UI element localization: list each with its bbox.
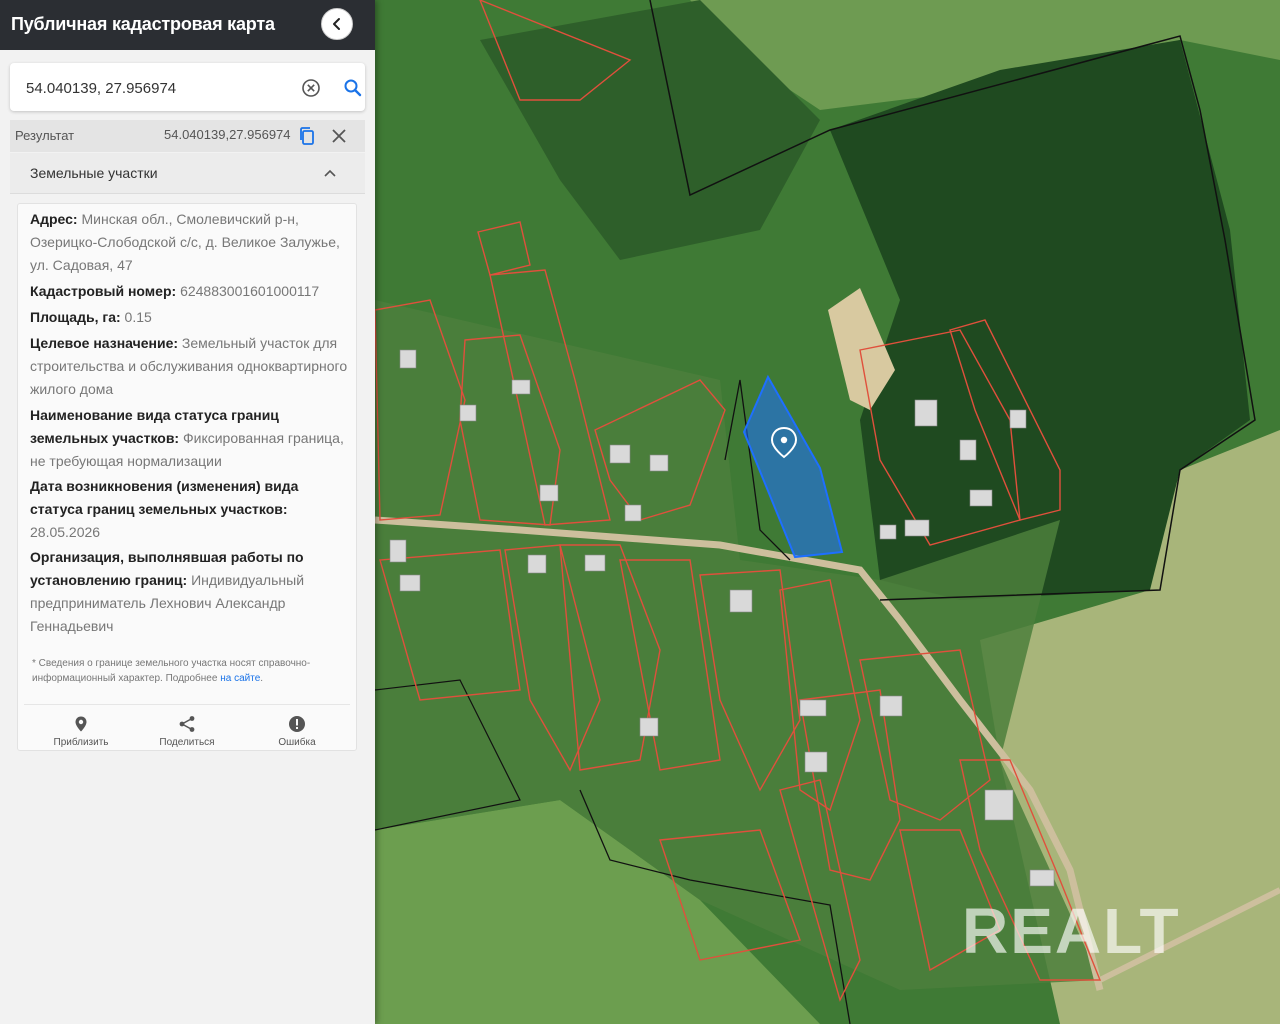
zoom-label: Приблизить [53,737,109,748]
chevron-up-icon [324,169,336,177]
realt-watermark: REALT [962,895,1181,967]
date-value: 28.05.2026 [30,524,101,540]
result-coordinates: 54.040139,27.956974 [164,127,291,142]
purpose-label: Целевое назначение: [30,335,179,351]
organization-field: Организация, выполнявшая работы по устан… [30,546,350,638]
app-title: Публичная кадастровая карта [11,14,275,34]
address-field: Адрес: Минская обл., Смолевичский р-н, О… [30,208,350,277]
search-input[interactable] [24,73,288,103]
result-label: Результат [15,128,75,143]
card-actions: Приблизить Поделиться Ошибка [24,704,350,753]
zoom-to-button[interactable]: Приблизить [36,715,126,748]
area-value: 0.15 [124,309,152,325]
alert-icon [289,716,305,732]
address-label: Адрес: [30,211,78,227]
parcel-info-card: Адрес: Минская обл., Смолевичский р-н, О… [17,203,357,751]
purpose-field: Целевое назначение: Земельный участок дл… [30,332,350,401]
area-field: Площадь, га: 0.15 [30,306,350,329]
collapse-panel-button[interactable] [321,8,353,40]
chevron-left-icon [333,18,340,30]
note-text: * Сведения о границе земельного участка … [32,658,311,684]
share-icon [179,716,195,732]
share-label: Поделиться [159,737,215,748]
search-icon[interactable] [343,78,363,98]
result-row: Результат 54.040139,27.956974 [10,120,365,152]
note-end: . [260,673,264,684]
error-label: Ошибка [278,737,316,748]
boundary-status-field: Наименование вида статуса границ земельн… [30,404,350,473]
map-pin-icon [75,716,87,732]
cadastral-label: Кадастровый номер: [30,283,177,299]
report-error-button[interactable]: Ошибка [252,715,342,748]
panel-header: Публичная кадастровая карта [0,0,375,50]
side-panel: Публичная кадастровая карта Результат 54… [0,0,375,1024]
disclaimer-note: * Сведения о границе земельного участка … [32,656,342,686]
cadastral-number-field: Кадастровый номер: 624883001601000117 [30,280,350,303]
search-box [10,63,365,111]
status-date-field: Дата возникновения (изменения) вида стат… [30,475,350,544]
cadastral-value: 624883001601000117 [180,283,320,299]
section-title: Земельные участки [30,165,158,181]
date-label: Дата возникновения (изменения) вида стат… [30,478,299,517]
site-link[interactable]: на сайте [220,673,260,684]
clear-icon[interactable] [301,78,321,98]
area-label: Площадь, га: [30,309,121,325]
land-parcels-section-toggle[interactable]: Земельные участки [10,153,365,194]
close-icon[interactable] [330,127,348,145]
copy-icon[interactable] [297,126,317,146]
share-button[interactable]: Поделиться [142,715,232,748]
